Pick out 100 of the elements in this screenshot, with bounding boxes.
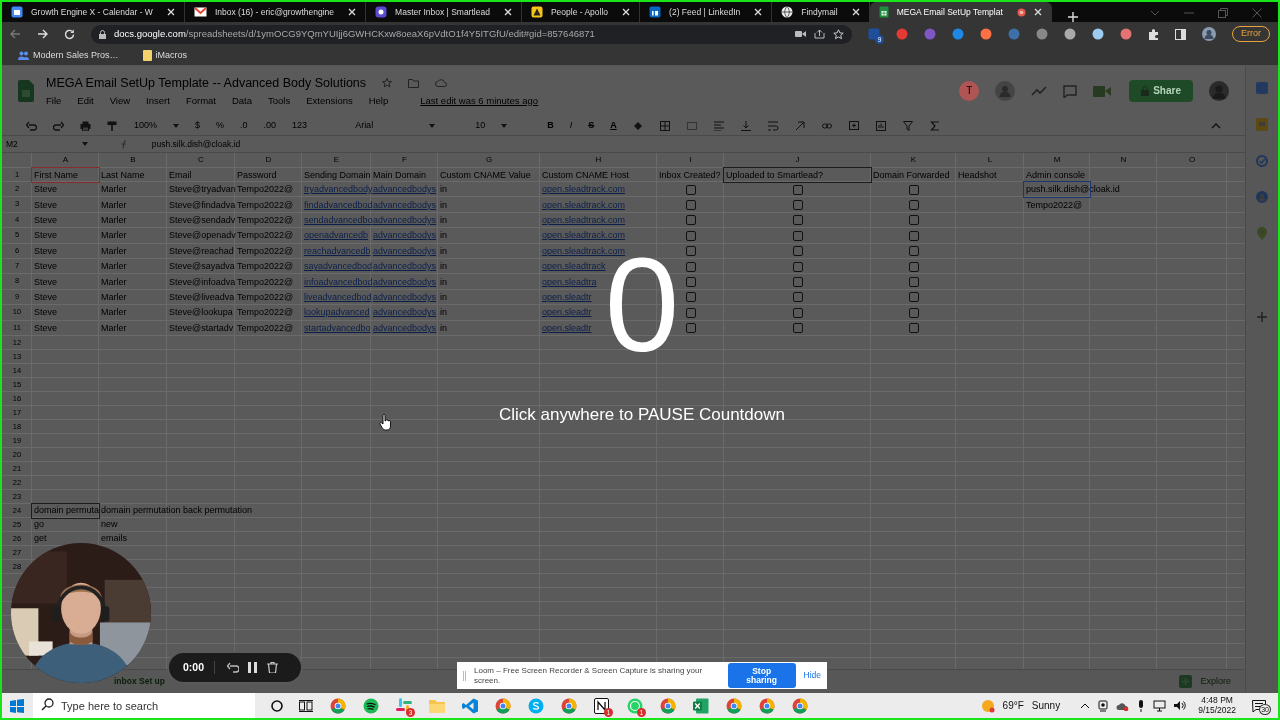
checkbox[interactable]	[792, 277, 803, 288]
extension-icon[interactable]	[1120, 28, 1132, 40]
column-header[interactable]: D	[265, 155, 272, 164]
format-button[interactable]: 123	[292, 120, 308, 131]
checkbox[interactable]	[685, 184, 696, 195]
checkbox[interactable]	[685, 215, 696, 226]
clock-time[interactable]: 4:48 PM	[1198, 695, 1236, 706]
search-field[interactable]: Type here to search	[33, 693, 255, 718]
link[interactable]: open.sleadtrack.com	[542, 229, 626, 243]
browser-icon[interactable]	[758, 697, 775, 714]
checkbox[interactable]	[908, 323, 919, 334]
new-tab-icon[interactable]	[1067, 12, 1078, 22]
trend-icon[interactable]	[1031, 86, 1048, 96]
checkbox[interactable]	[792, 323, 803, 334]
last-edit-link[interactable]: Last edit was 6 minutes ago	[420, 94, 539, 107]
fill-color-icon[interactable]	[632, 120, 644, 131]
checkbox[interactable]	[908, 230, 919, 241]
stop-sharing-button[interactable]: Stop sharing	[727, 663, 796, 688]
text-style-button[interactable]: A	[610, 120, 617, 131]
column-header[interactable]: G	[485, 155, 493, 164]
link[interactable]: open.sleadtrack	[542, 260, 606, 274]
chevron-up-icon[interactable]	[1080, 702, 1091, 709]
redo-icon[interactable]	[53, 120, 64, 131]
undo-icon[interactable]	[227, 662, 239, 673]
format-button[interactable]: .0	[240, 120, 248, 131]
messenger-icon[interactable]	[626, 697, 643, 714]
camera-icon[interactable]	[1098, 699, 1109, 712]
filter-icon[interactable]	[902, 120, 914, 131]
link[interactable]: open.sleadtrack.com	[542, 183, 626, 197]
reload-icon[interactable]	[64, 28, 75, 40]
column-header[interactable]: I	[689, 155, 692, 164]
browser-icon[interactable]	[494, 697, 511, 714]
link[interactable]: sendadvancedbo	[304, 213, 373, 227]
avatar-icon[interactable]	[1202, 27, 1216, 41]
format-button[interactable]: $	[195, 120, 201, 131]
link[interactable]: advancedbodys	[373, 244, 437, 258]
column-header[interactable]: F	[402, 155, 407, 164]
code-editor-icon[interactable]	[461, 697, 478, 714]
collapse-icon[interactable]	[1211, 122, 1221, 129]
paint-format-icon[interactable]	[107, 120, 118, 131]
format-button[interactable]: %	[216, 120, 225, 131]
extension-icon[interactable]	[868, 28, 880, 40]
checkbox[interactable]	[908, 215, 919, 226]
menu-item[interactable]: Help	[368, 94, 389, 107]
column-header[interactable]: M	[1053, 155, 1061, 164]
link[interactable]: open.sleadtr	[542, 290, 592, 304]
link[interactable]: advancedbodys	[373, 290, 437, 304]
link[interactable]: open.sleadtra	[542, 275, 597, 289]
font-select[interactable]: Arial	[355, 120, 374, 131]
link[interactable]: sayadvancedbod	[304, 260, 373, 274]
link[interactable]: open.sleadtr	[542, 306, 592, 320]
forward-icon[interactable]	[37, 29, 48, 39]
checkbox[interactable]	[908, 277, 919, 288]
menu-item[interactable]: Tools	[268, 94, 291, 107]
checkbox[interactable]	[908, 246, 919, 257]
zoom-select[interactable]: 100%	[134, 120, 158, 131]
column-header[interactable]: J	[795, 155, 800, 164]
merge-icon[interactable]	[686, 120, 698, 131]
extension-icon[interactable]	[1064, 28, 1076, 40]
checkbox[interactable]	[685, 200, 696, 211]
checkbox[interactable]	[908, 307, 919, 318]
link[interactable]: advancedbodys	[373, 213, 437, 227]
cortana-icon[interactable]	[271, 699, 283, 712]
menu-item[interactable]: Format	[185, 94, 216, 107]
checkbox[interactable]	[685, 246, 696, 257]
sidebar-icon[interactable]	[1175, 28, 1186, 40]
checkbox[interactable]	[792, 230, 803, 241]
menu-item[interactable]: View	[109, 94, 131, 107]
menu-item[interactable]: Edit	[77, 94, 94, 107]
link[interactable]: open.sleadtrack.com	[542, 198, 626, 212]
comment-icon[interactable]	[1063, 84, 1078, 98]
cloud-icon[interactable]	[1116, 700, 1130, 711]
vertical-align-icon[interactable]	[740, 120, 752, 131]
print-icon[interactable]	[80, 120, 91, 131]
format-button[interactable]: .00	[263, 120, 277, 131]
checkbox[interactable]	[685, 292, 696, 303]
column-header[interactable]: B	[130, 155, 136, 164]
checkbox[interactable]	[792, 200, 803, 211]
link[interactable]: open.sleadtrack.com	[542, 213, 626, 227]
extension-icon[interactable]	[1036, 28, 1048, 40]
browser-icon[interactable]	[560, 697, 577, 714]
sheet-tab[interactable]: inbox Set up	[114, 676, 165, 687]
microphone-icon[interactable]	[1137, 699, 1146, 712]
borders-icon[interactable]	[659, 120, 671, 131]
camera-icon[interactable]	[795, 30, 806, 38]
link[interactable]: advancedbodys	[373, 183, 437, 197]
bookmark[interactable]: Modern Sales Pros…	[33, 50, 119, 61]
extension-icon[interactable]	[1092, 28, 1104, 40]
link[interactable]: reachadvancedb	[304, 244, 371, 258]
menu-item[interactable]: Extensions	[306, 94, 353, 107]
link[interactable]: tryadvancedbody	[304, 183, 373, 197]
bookmark[interactable]: iMacros	[155, 50, 188, 61]
align-icon[interactable]	[713, 120, 725, 131]
link[interactable]: openadvancedb	[304, 229, 369, 243]
link[interactable]: findadvancedbod	[304, 198, 373, 212]
people-icon[interactable]	[18, 51, 29, 60]
font-size-field[interactable]: 10	[475, 120, 486, 131]
checkbox[interactable]	[908, 184, 919, 195]
extension-icon[interactable]	[952, 28, 964, 40]
link[interactable]: advancedbodys	[373, 321, 437, 335]
